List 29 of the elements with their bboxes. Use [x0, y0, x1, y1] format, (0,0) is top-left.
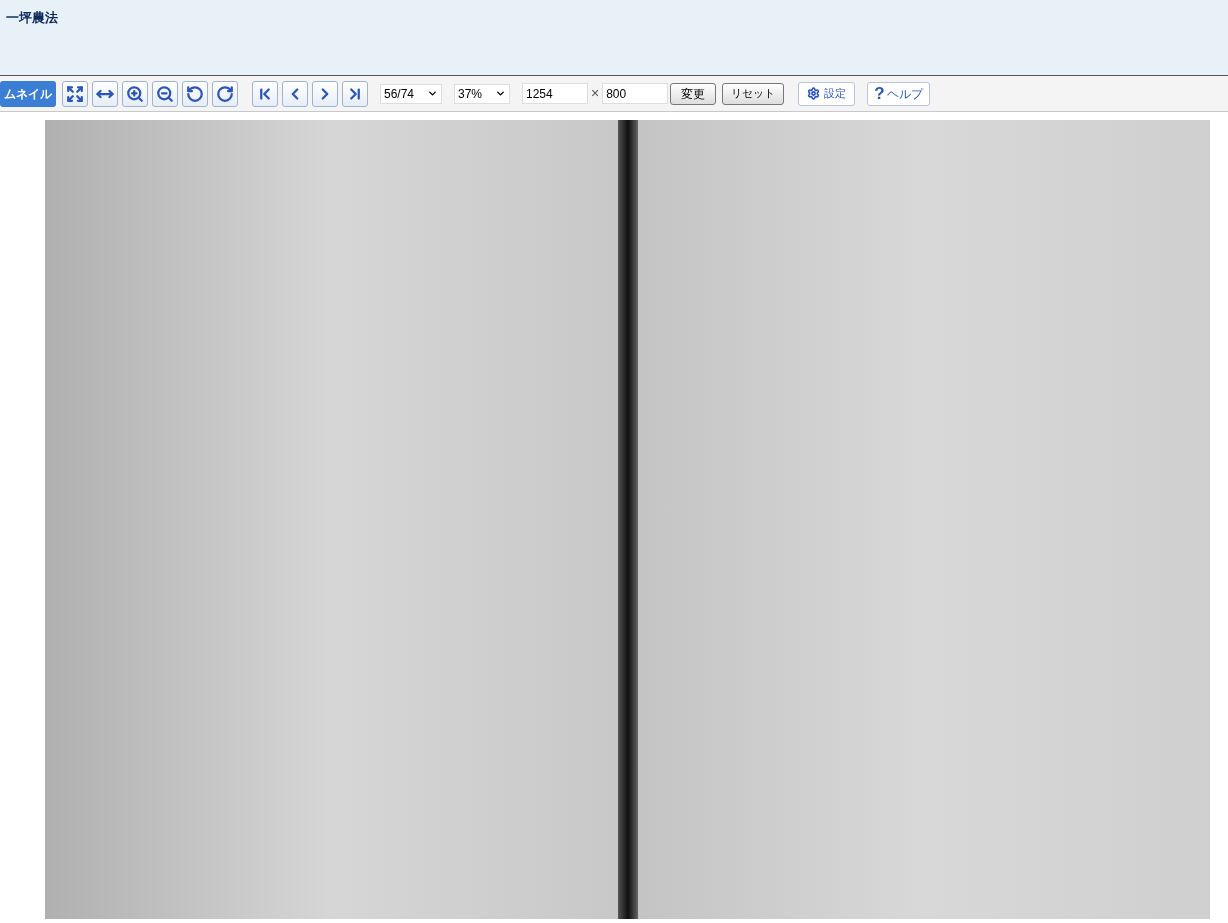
last-page-button[interactable]: [342, 80, 368, 107]
apply-button[interactable]: 変更: [670, 82, 717, 105]
width-field[interactable]: 1254: [522, 83, 588, 104]
page-select[interactable]: 56/74: [380, 83, 442, 104]
rotate-right-button[interactable]: [212, 80, 238, 107]
zoom-out-button[interactable]: [152, 80, 178, 107]
rotate-right-icon: [216, 84, 234, 103]
rotate-left-icon: [186, 84, 204, 103]
fit-page-icon: [66, 84, 84, 103]
times-sign: ×: [591, 84, 600, 103]
dropdown-caret-icon: [495, 88, 506, 99]
height-field[interactable]: 800: [602, 83, 669, 104]
zoom-out-icon: [156, 84, 174, 103]
reset-button[interactable]: リセット: [722, 82, 785, 105]
help-button[interactable]: ?ヘルプ: [867, 81, 930, 106]
zoom-select[interactable]: 37%: [454, 83, 510, 104]
settings-icon: [807, 87, 821, 100]
next-button[interactable]: [312, 80, 338, 107]
zoom-in-button[interactable]: [122, 80, 148, 107]
dropdown-caret-icon: [427, 88, 438, 99]
zoom-in-icon: [126, 84, 144, 103]
first-page-button[interactable]: [252, 80, 278, 107]
fit-page-button[interactable]: [62, 80, 88, 107]
rotate-left-button[interactable]: [182, 80, 208, 107]
book-title: 一坪農法: [6, 10, 58, 25]
previous-button[interactable]: [282, 80, 308, 107]
thumbnail-tab[interactable]: ムネイル: [0, 80, 56, 107]
settings-button[interactable]: 設定: [798, 81, 856, 106]
fit-width-button[interactable]: [92, 80, 118, 107]
